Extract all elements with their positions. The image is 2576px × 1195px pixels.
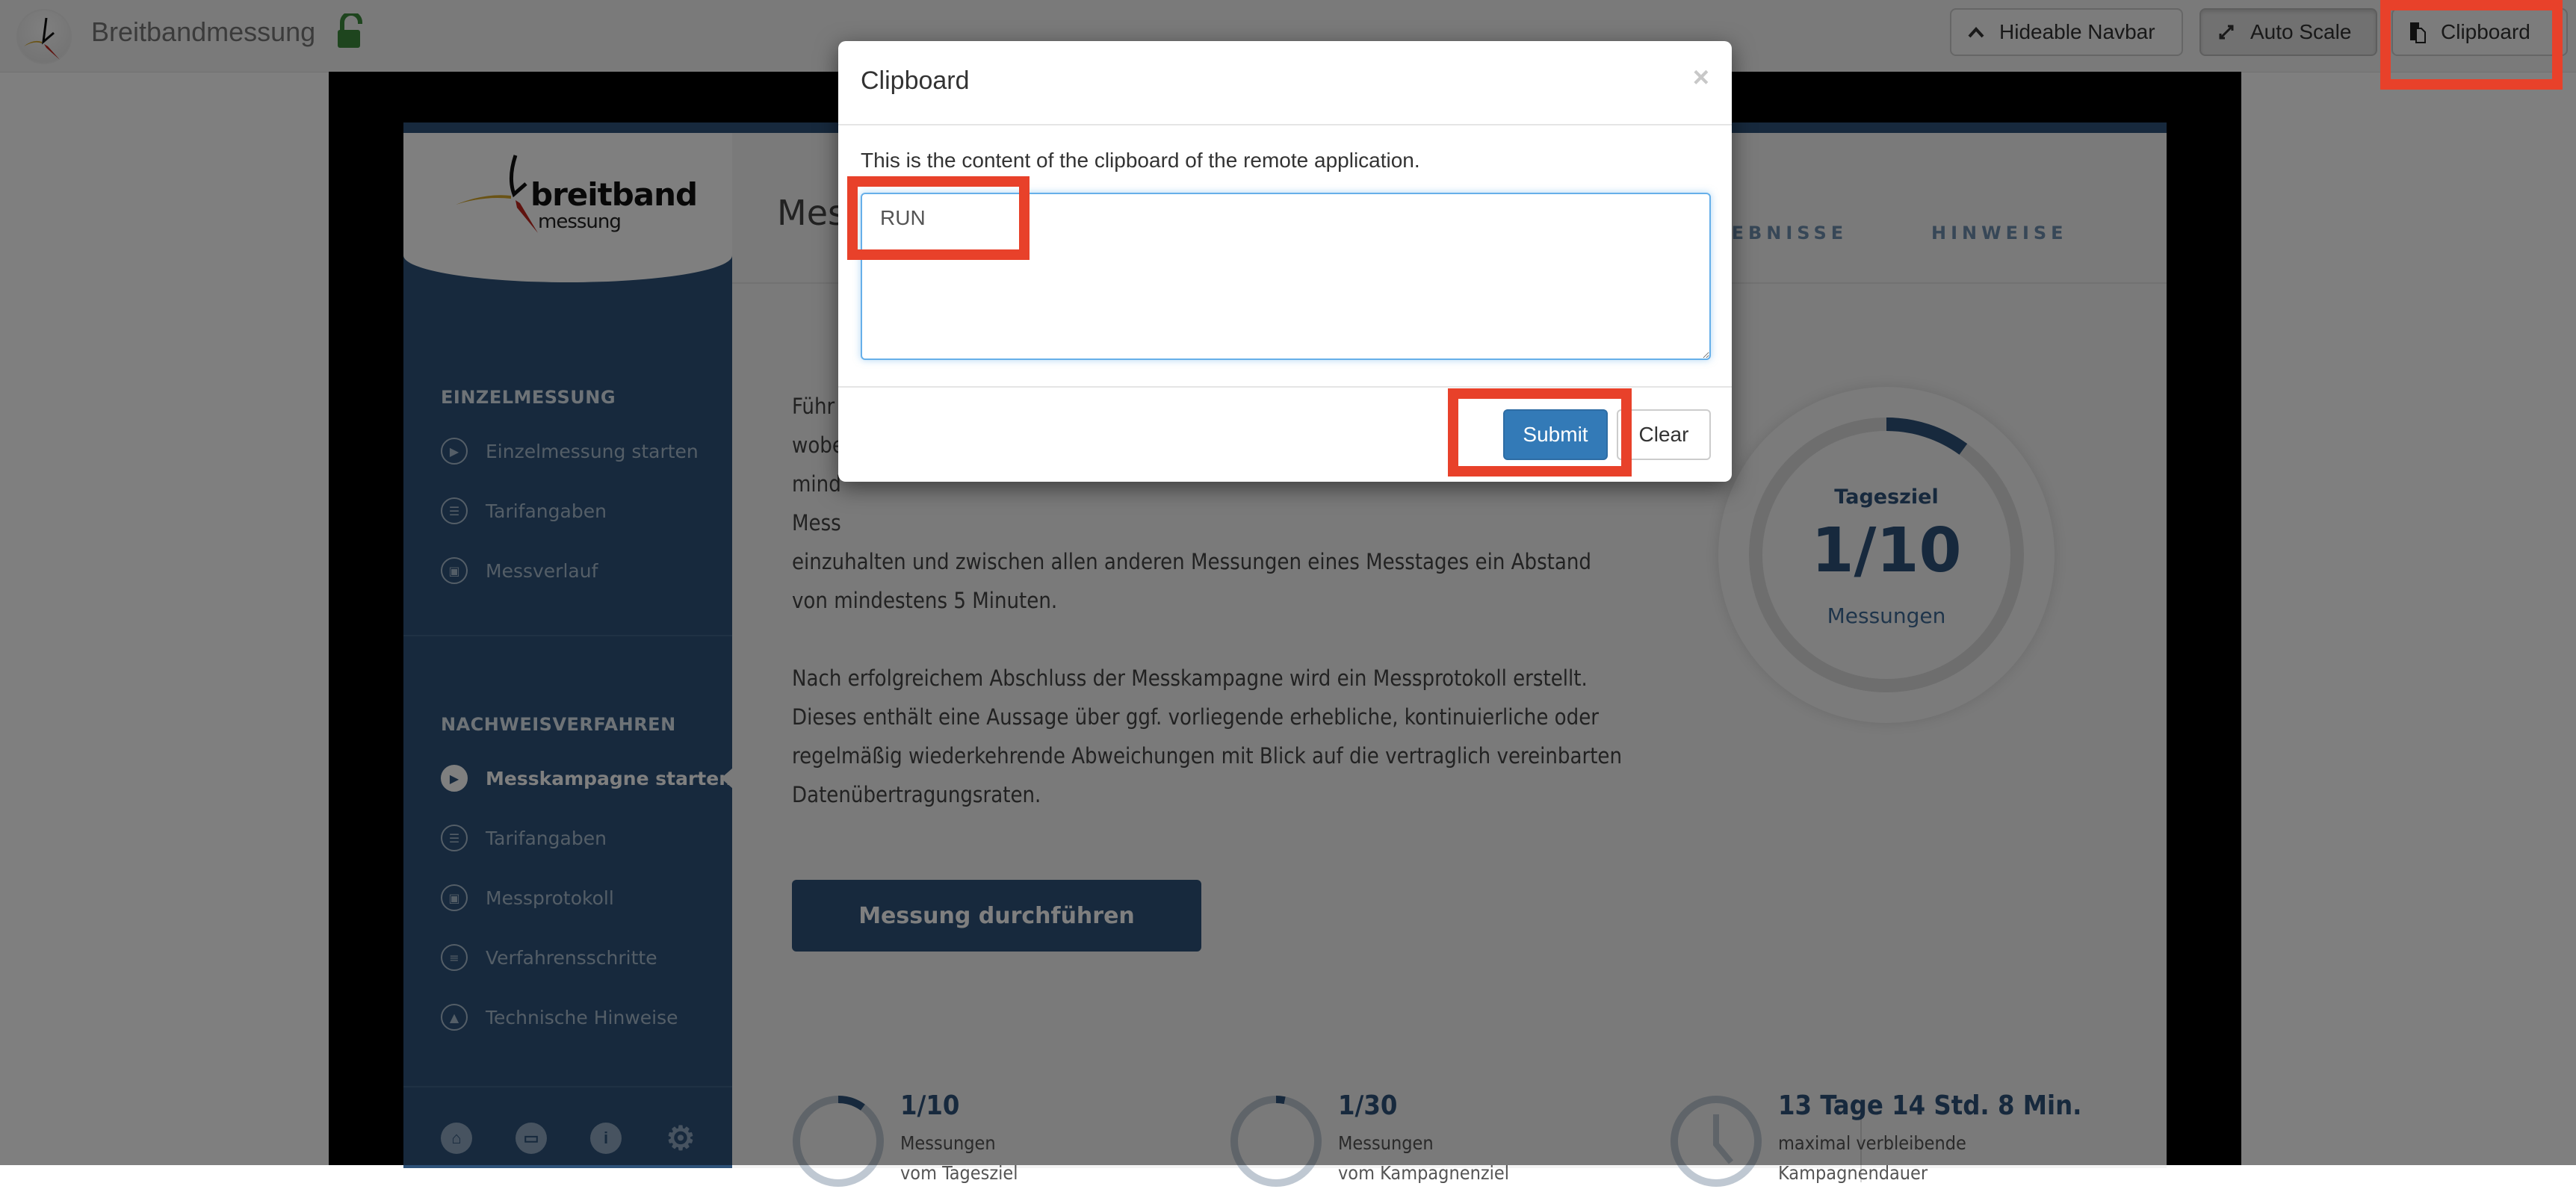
- submit-button[interactable]: Submit: [1503, 409, 1608, 460]
- stat-label: vom Tagesziel: [900, 1162, 1018, 1184]
- modal-header-divider: [838, 124, 1732, 125]
- clipboard-modal: Clipboard × This is the content of the c…: [838, 41, 1732, 482]
- stat-label: Kampagnendauer: [1778, 1162, 1928, 1184]
- modal-description: This is the content of the clipboard of …: [861, 149, 1420, 172]
- clear-button[interactable]: Clear: [1617, 409, 1711, 460]
- modal-footer-divider: [838, 386, 1732, 388]
- modal-title: Clipboard: [861, 66, 970, 95]
- clipboard-textarea[interactable]: RUN: [861, 193, 1711, 360]
- close-icon[interactable]: ×: [1693, 63, 1709, 92]
- stat-label: vom Kampagnenziel: [1338, 1162, 1509, 1184]
